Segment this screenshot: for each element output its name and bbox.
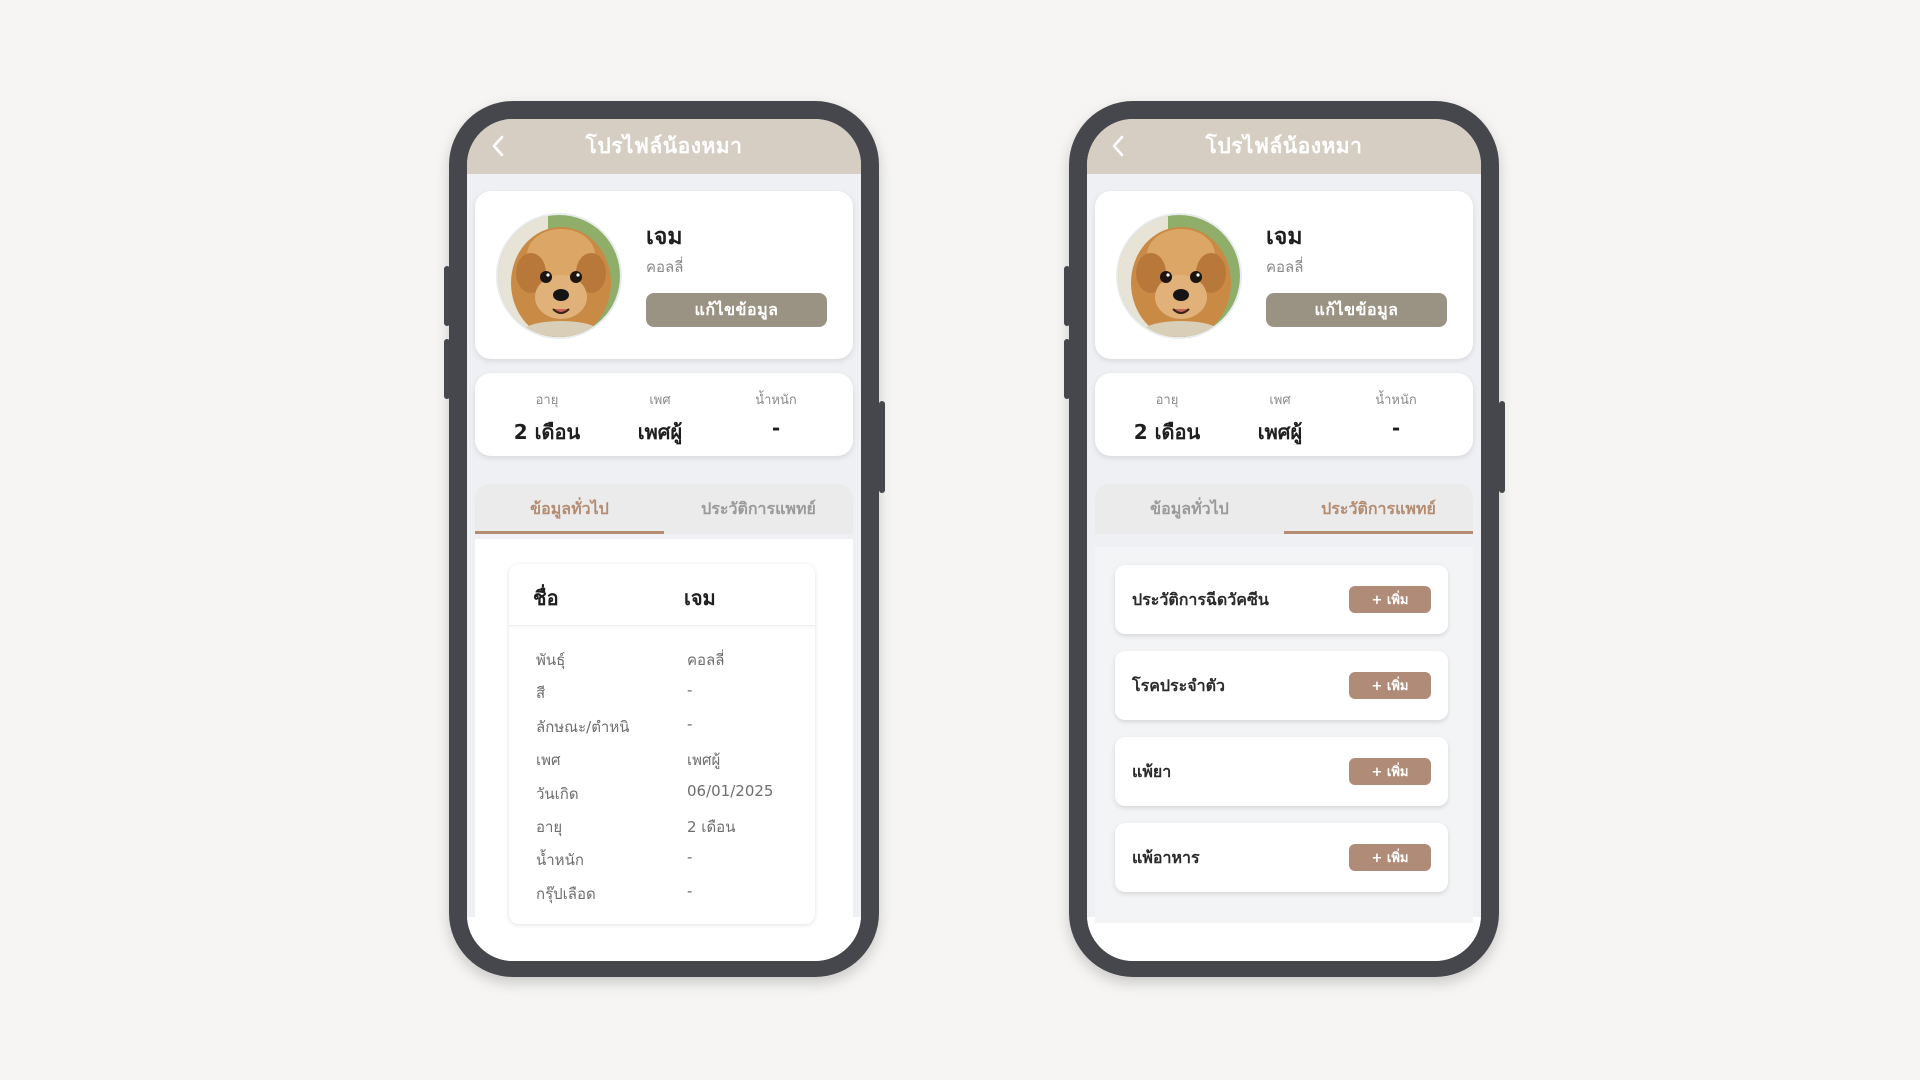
info-key: กรุ๊ปเลือด [536, 885, 596, 903]
chevron-left-icon[interactable] [485, 133, 511, 159]
info-value: คอลลี่ [687, 651, 725, 669]
stat-value: - [1391, 416, 1401, 440]
tab-general-info[interactable]: ข้อมูลทั่วไป [475, 484, 664, 534]
stat-label: น้ำหนัก [755, 393, 797, 408]
add-food-allergy-button[interactable]: + เพิ่ม [1349, 844, 1431, 871]
pet-name: เจม [646, 224, 683, 250]
info-value: 06/01/2025 [687, 782, 774, 800]
profile-tabs: ข้อมูลทั่วไป ประวัติการแพทย์ [1095, 484, 1473, 534]
stat-value: 2 เดือน [1133, 420, 1201, 444]
edit-info-button[interactable]: แก้ไขข้อมูล [1266, 293, 1447, 327]
name-label: ชื่อ [533, 586, 559, 610]
pet-breed: คอลลี่ [646, 258, 684, 276]
info-key: เพศ [536, 751, 561, 769]
pet-avatar [1116, 213, 1242, 339]
info-key: สี [536, 684, 546, 702]
page-title: โปรไฟล์น้องหมา [585, 134, 743, 158]
pet-breed: คอลลี่ [1266, 258, 1304, 276]
info-value: - [687, 848, 693, 866]
info-row-breed: พันธุ์ คอลลี่ [509, 648, 815, 672]
info-value: 2 เดือน [687, 818, 736, 836]
info-row-blood-type: กรุ๊ปเลือด - [509, 882, 815, 906]
medical-item-label: โรคประจำตัว [1132, 676, 1225, 695]
info-value: เพศผู้ [687, 751, 721, 769]
info-value: - [687, 715, 693, 733]
volume-up-side-button [444, 266, 450, 326]
info-key: อายุ [536, 818, 563, 836]
medical-item-drug-allergy: แพ้ยา + เพิ่ม [1115, 737, 1448, 806]
info-card: ชื่อ เจม พันธุ์ คอลลี่ สี - ลักษณะ/ตำหนิ… [509, 564, 815, 924]
tab-medical-history[interactable]: ประวัติการแพทย์ [1284, 484, 1473, 534]
pet-name: เจม [1266, 224, 1303, 250]
power-side-button [879, 401, 885, 493]
medical-item-chronic-disease: โรคประจำตัว + เพิ่ม [1115, 651, 1448, 720]
phone-frame-general-info: โปรไฟล์น้องหมา เจม คอลลี่ แก้ไขข้อมูล อา… [444, 101, 885, 977]
stat-label: เพศ [649, 393, 671, 408]
medical-item-label: แพ้ยา [1132, 762, 1172, 781]
tab-medical-history[interactable]: ประวัติการแพทย์ [664, 484, 853, 534]
stat-age: อายุ 2 เดือน [1107, 373, 1227, 448]
stat-value: 2 เดือน [513, 420, 581, 444]
stat-label: น้ำหนัก [1375, 393, 1417, 408]
info-row-color: สี - [509, 681, 815, 705]
medical-item-label: ประวัติการฉีดวัคซีน [1132, 590, 1269, 609]
name-value: เจม [684, 586, 716, 610]
info-key: พันธุ์ [536, 651, 566, 669]
stat-value: เพศผู้ [637, 420, 683, 444]
general-info-panel: ชื่อ เจม พันธุ์ คอลลี่ สี - ลักษณะ/ตำหนิ… [475, 539, 853, 924]
add-chronic-disease-button[interactable]: + เพิ่ม [1349, 672, 1431, 699]
info-value: - [687, 681, 693, 699]
volume-down-side-button [1064, 339, 1070, 399]
profile-tabs: ข้อมูลทั่วไป ประวัติการแพทย์ [475, 484, 853, 534]
info-key: น้ำหนัก [536, 851, 584, 869]
stats-card: อายุ 2 เดือน เพศ เพศผู้ น้ำหนัก - [1095, 373, 1473, 456]
info-row-birthdate: วันเกิด 06/01/2025 [509, 782, 815, 806]
pet-avatar [496, 213, 622, 339]
volume-up-side-button [1064, 266, 1070, 326]
info-row-age: อายุ 2 เดือน [509, 815, 815, 839]
info-key: วันเกิด [536, 785, 579, 803]
info-card-header: ชื่อ เจม [509, 564, 815, 626]
page-title: โปรไฟล์น้องหมา [1205, 134, 1363, 158]
stat-label: เพศ [1269, 393, 1291, 408]
stat-value: - [771, 416, 781, 440]
edit-info-button[interactable]: แก้ไขข้อมูล [646, 293, 827, 327]
bottom-safe-area [1087, 917, 1481, 961]
tab-general-info[interactable]: ข้อมูลทั่วไป [1095, 484, 1284, 534]
profile-card: เจม คอลลี่ แก้ไขข้อมูล [475, 191, 853, 359]
stat-value: เพศผู้ [1257, 420, 1303, 444]
info-key: ลักษณะ/ตำหนิ [536, 718, 630, 736]
volume-down-side-button [444, 339, 450, 399]
medical-item-label: แพ้อาหาร [1132, 848, 1200, 867]
info-value: - [687, 882, 693, 900]
phone-screen: โปรไฟล์น้องหมา เจม คอลลี่ แก้ไขข้อมูล อา… [467, 119, 861, 961]
medical-item-vaccination: ประวัติการฉีดวัคซีน + เพิ่ม [1115, 565, 1448, 634]
stats-card: อายุ 2 เดือน เพศ เพศผู้ น้ำหนัก - [475, 373, 853, 456]
stat-weight: น้ำหนัก - [716, 373, 836, 440]
phone-screen: โปรไฟล์น้องหมา เจม คอลลี่ แก้ไขข้อมูล อา… [1087, 119, 1481, 961]
stat-label: อายุ [1155, 393, 1179, 408]
profile-card: เจม คอลลี่ แก้ไขข้อมูล [1095, 191, 1473, 359]
info-row-weight: น้ำหนัก - [509, 848, 815, 872]
info-row-markings: ลักษณะ/ตำหนิ - [509, 715, 815, 739]
add-drug-allergy-button[interactable]: + เพิ่ม [1349, 758, 1431, 785]
info-row-sex: เพศ เพศผู้ [509, 748, 815, 772]
medical-history-panel: ประวัติการฉีดวัคซีน + เพิ่ม โรคประจำตัว … [1095, 547, 1473, 923]
phone-frame-medical-history: โปรไฟล์น้องหมา เจม คอลลี่ แก้ไขข้อมูล อา… [1064, 101, 1505, 977]
stat-sex: เพศ เพศผู้ [1220, 373, 1340, 448]
chevron-left-icon[interactable] [1105, 133, 1131, 159]
add-vaccination-button[interactable]: + เพิ่ม [1349, 586, 1431, 613]
stat-sex: เพศ เพศผู้ [600, 373, 720, 448]
stat-age: อายุ 2 เดือน [487, 373, 607, 448]
app-header: โปรไฟล์น้องหมา [467, 119, 861, 174]
app-header: โปรไฟล์น้องหมา [1087, 119, 1481, 174]
stat-label: อายุ [535, 393, 559, 408]
power-side-button [1499, 401, 1505, 493]
stat-weight: น้ำหนัก - [1336, 373, 1456, 440]
medical-item-food-allergy: แพ้อาหาร + เพิ่ม [1115, 823, 1448, 892]
